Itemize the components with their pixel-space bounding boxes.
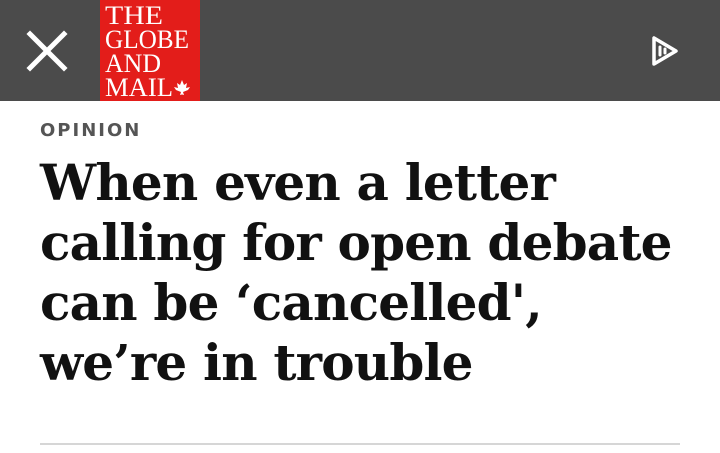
listen-button[interactable]	[640, 30, 688, 72]
top-app-bar: THE GLOBE AND MAIL	[0, 0, 720, 101]
globe-and-mail-logo[interactable]: THE GLOBE AND MAIL	[100, 0, 200, 101]
article-page: THE GLOBE AND MAIL OPINION When even a l…	[0, 0, 720, 453]
maple-leaf-icon	[174, 80, 190, 95]
close-icon	[26, 30, 68, 72]
play-audio-icon	[652, 36, 678, 66]
article-headline: When even a letter calling for open deba…	[40, 153, 672, 392]
close-button[interactable]	[16, 18, 80, 82]
section-label[interactable]: OPINION	[40, 118, 141, 144]
divider	[40, 443, 680, 445]
logo-line-mail: MAIL	[105, 73, 173, 101]
